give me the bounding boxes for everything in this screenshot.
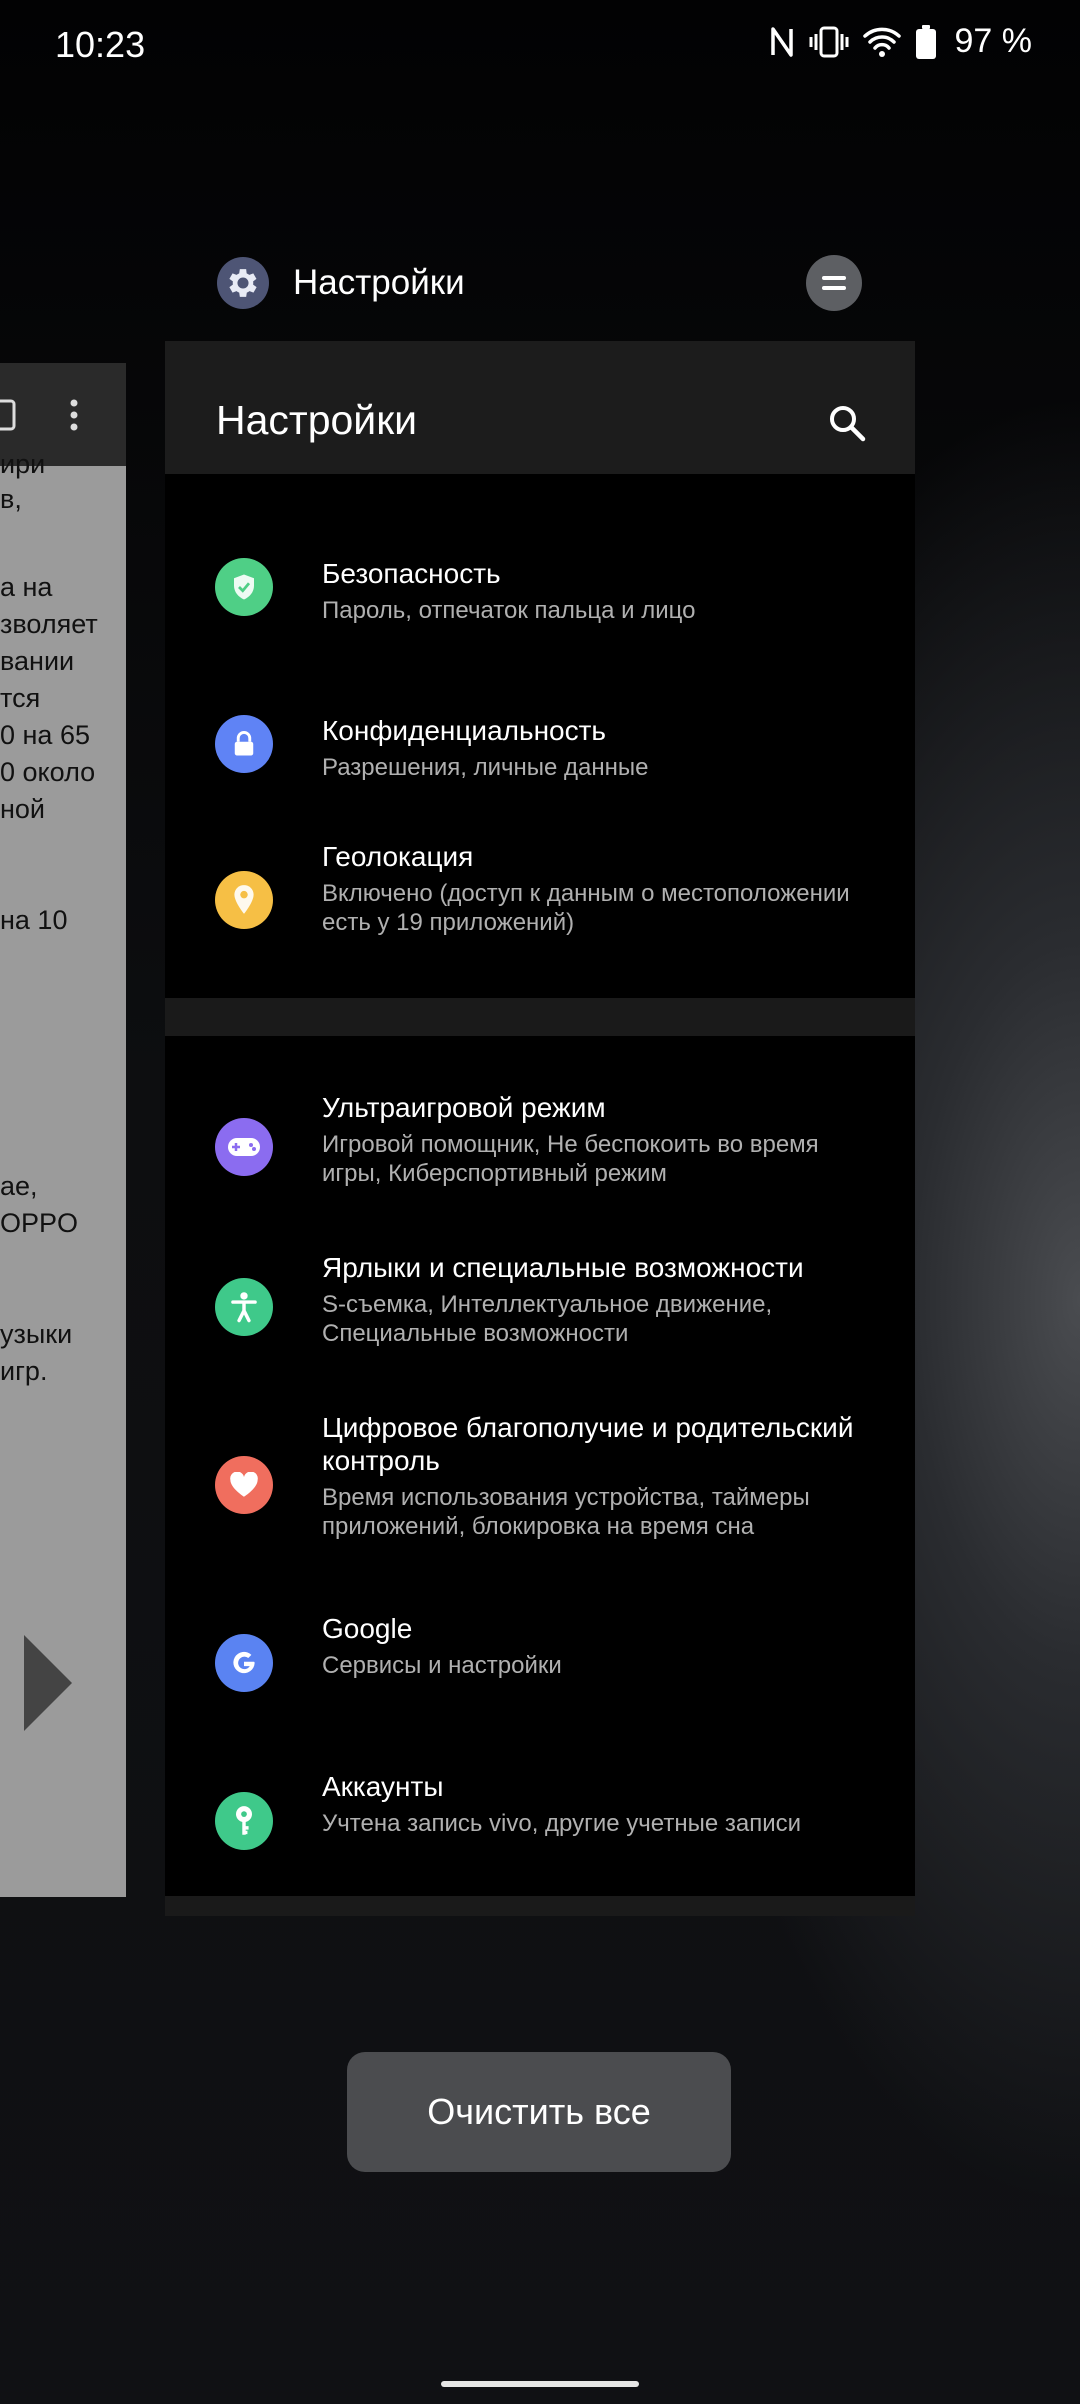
battery-percent: 97 % — [954, 22, 1033, 60]
settings-item-title: Ультраигровой режим — [322, 1092, 606, 1123]
bg-text-fragment: а на — [0, 572, 53, 602]
app-options-button[interactable] — [806, 255, 862, 311]
settings-item-subtitle: Время использования устройства, таймеры … — [322, 1484, 810, 1540]
battery-icon — [915, 24, 937, 59]
settings-item-title: Аккаунты — [322, 1771, 444, 1802]
status-bar: 10:23 97 % — [0, 0, 1080, 90]
bg-text-fragment: зволяет — [0, 609, 98, 639]
page-title: Настройки — [216, 397, 418, 443]
status-icons: 97 % — [769, 22, 1033, 61]
vibrate-icon — [809, 25, 849, 59]
tab-icon — [0, 399, 16, 431]
section-divider — [165, 1896, 915, 1916]
settings-item-digital-wellbeing[interactable]: Цифровое благополучие и родительский кон… — [165, 1411, 915, 1540]
search-button[interactable] — [827, 403, 867, 443]
settings-item-title: Ярлыки и специальные возможности — [322, 1252, 804, 1283]
background-app-card[interactable]: ири в, а на зволяет вании тся 0 на 65 0 … — [0, 363, 126, 1897]
gamepad-icon — [215, 1118, 273, 1176]
bg-text-fragment: ири — [0, 449, 46, 479]
settings-item-title: Безопасность — [322, 558, 501, 589]
bg-text-fragment: OPPO — [0, 1208, 79, 1238]
key-icon — [215, 1792, 273, 1850]
settings-group-2: Ультраигровой режим Игровой помощник, Не… — [165, 1036, 915, 1896]
settings-item-title: Геолокация — [322, 841, 474, 872]
settings-group-1: Безопасность Пароль, отпечаток пальца и … — [165, 474, 915, 998]
google-g-icon — [215, 1634, 273, 1692]
settings-item-google[interactable]: Google Сервисы и настройки — [165, 1612, 915, 1712]
settings-item-subtitle: S-съемка, Интеллектуальное движение, Спе… — [322, 1291, 773, 1347]
bg-text-fragment: ае, — [0, 1171, 38, 1201]
bg-text-fragment: игр. — [0, 1356, 48, 1386]
search-icon — [830, 406, 866, 442]
accessibility-icon — [215, 1278, 273, 1336]
more-vert-icon — [70, 399, 78, 431]
settings-item-subtitle: Разрешения, личные данные — [322, 754, 649, 781]
settings-item-subtitle: Учтена запись vivo, другие учетные запис… — [322, 1810, 802, 1837]
nfc-icon — [769, 25, 795, 59]
recent-app-header: Настройки — [217, 255, 862, 311]
settings-item-security[interactable]: Безопасность Пароль, отпечаток пальца и … — [165, 540, 915, 640]
bg-text-fragment: ной — [0, 794, 46, 824]
settings-item-title: Цифровое благополучие и родительский кон… — [322, 1412, 854, 1476]
settings-toolbar: Настройки — [165, 341, 915, 474]
lock-icon — [215, 715, 273, 773]
settings-item-subtitle: Включено (доступ к данным о местоположен… — [322, 880, 850, 936]
bg-text-fragment: вании — [0, 646, 75, 676]
bg-text-fragment: тся — [0, 683, 41, 713]
bg-text-fragment: 0 около — [0, 757, 96, 787]
settings-app-card[interactable]: Настройки Безопасность Пароль, отпечаток… — [165, 341, 915, 1916]
section-divider — [165, 998, 915, 1036]
bg-text-fragment: 0 на 65 — [0, 720, 90, 750]
location-pin-icon — [215, 871, 273, 929]
bg-text-fragment: на 10 — [0, 905, 68, 935]
gear-icon[interactable] — [217, 257, 269, 309]
wifi-icon — [862, 26, 901, 58]
settings-item-accessibility[interactable]: Ярлыки и специальные возможности S-съемк… — [165, 1251, 915, 1351]
settings-item-subtitle: Пароль, отпечаток пальца и лицо — [322, 597, 696, 624]
settings-item-subtitle: Сервисы и настройки — [322, 1652, 562, 1679]
bg-text-fragment: узыки — [0, 1319, 73, 1349]
settings-item-title: Google — [322, 1613, 413, 1644]
recent-app-title: Настройки — [293, 263, 465, 302]
settings-item-game-mode[interactable]: Ультраигровой режим Игровой помощник, Не… — [165, 1091, 915, 1191]
status-time: 10:23 — [55, 24, 146, 65]
bg-text-fragment: в, — [0, 484, 22, 514]
play-arrow-icon — [24, 1635, 72, 1731]
clear-all-button[interactable]: Очистить все — [347, 2052, 731, 2172]
heart-icon — [215, 1456, 273, 1514]
home-indicator[interactable] — [441, 2381, 639, 2387]
shield-icon — [215, 558, 273, 616]
settings-item-accounts[interactable]: Аккаунты Учтена запись vivo, другие учет… — [165, 1770, 915, 1870]
settings-item-privacy[interactable]: Конфиденциальность Разрешения, личные да… — [165, 697, 915, 797]
settings-item-subtitle: Игровой помощник, Не беспокоить во время… — [322, 1131, 819, 1187]
menu-icon — [822, 276, 846, 290]
settings-item-title: Конфиденциальность — [322, 715, 607, 746]
settings-item-location[interactable]: Геолокация Включено (доступ к данным о м… — [165, 840, 915, 960]
